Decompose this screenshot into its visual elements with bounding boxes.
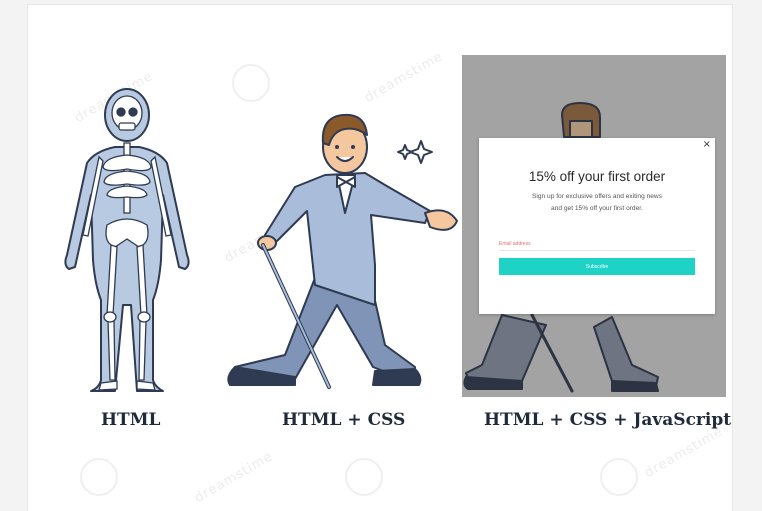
popup-description-line: Sign up for exclusive offers and exiting… <box>532 193 662 200</box>
label-html-css-js: HTML + CSS + JavaScript <box>484 410 732 430</box>
close-icon[interactable]: × <box>703 139 711 150</box>
skeleton-illustration <box>64 88 190 392</box>
subscribe-button[interactable]: Subscribe <box>499 258 695 275</box>
discount-popup: × 15% off your first order Sign up for e… <box>479 138 715 314</box>
label-html-css: HTML + CSS <box>282 410 406 430</box>
dressed-man-illustration <box>227 113 458 389</box>
popup-description: Sign up for exclusive offers and exiting… <box>499 191 695 215</box>
email-field[interactable] <box>499 238 695 251</box>
popup-description-line: and get 15% off your first order. <box>551 205 643 212</box>
label-html: HTML <box>101 410 161 430</box>
popup-title: 15% off your first order <box>528 169 666 184</box>
